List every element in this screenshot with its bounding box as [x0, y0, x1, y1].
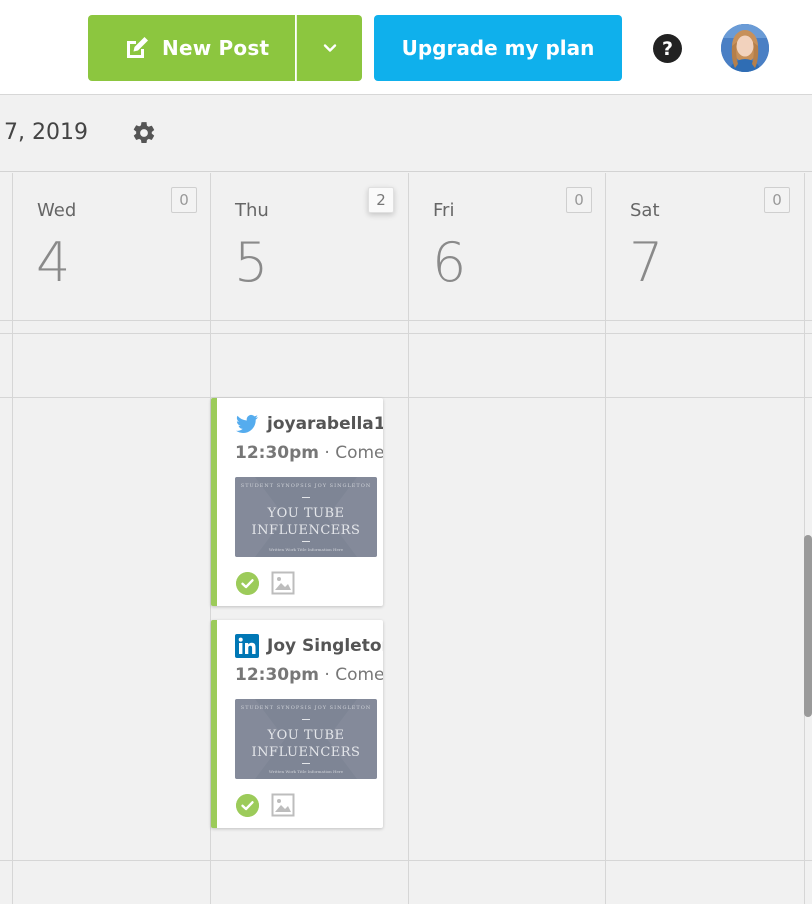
current-date-label: 7, 2019 — [4, 120, 88, 145]
post-card[interactable]: joyarabella1 12:30pm · Come STUDENT SYNO… — [211, 398, 383, 606]
new-post-dropdown-button[interactable] — [296, 15, 362, 81]
post-account: joyarabella1 — [235, 412, 383, 436]
thumbnail-footer: Written Work Title Information Here — [268, 547, 344, 552]
post-count-badge: 0 — [566, 187, 592, 213]
thumbnail-title-line: YOU TUBE — [267, 506, 345, 521]
thumbnail-divider — [302, 719, 310, 720]
thumbnail-title-line: INFLUENCERS — [251, 745, 361, 760]
day-number: 5 — [234, 231, 269, 294]
thumbnail-caption: STUDENT SYNOPSIS JOY SINGLETON — [240, 705, 372, 711]
approved-check-icon — [236, 572, 259, 595]
thumbnail-title: YOU TUBE INFLUENCERS — [235, 727, 377, 761]
day-column-fri[interactable]: Fri 6 0 — [409, 173, 605, 321]
thumbnail-title-line: INFLUENCERS — [251, 523, 361, 538]
account-name: joyarabella1 — [267, 414, 383, 434]
day-name: Thu — [235, 200, 269, 221]
post-count-badge: 0 — [764, 187, 790, 213]
help-label: ? — [661, 37, 674, 60]
upgrade-plan-button[interactable]: Upgrade my plan — [374, 15, 622, 81]
avatar[interactable] — [721, 24, 769, 72]
post-separator: · — [324, 665, 336, 685]
linkedin-icon — [235, 634, 259, 658]
post-time: 12:30pm · Come — [235, 665, 383, 685]
day-column-thu[interactable]: Thu 5 2 — [211, 173, 408, 321]
chevron-down-icon — [323, 44, 336, 52]
thumbnail-divider — [302, 541, 310, 542]
upgrade-plan-label: Upgrade my plan — [401, 36, 595, 60]
top-toolbar: New Post Upgrade my plan ? — [0, 0, 812, 95]
account-name: Joy Singleton — [267, 636, 383, 656]
post-separator: · — [324, 443, 336, 463]
day-number: 7 — [629, 231, 664, 294]
image-icon — [271, 571, 295, 595]
grid-divider — [0, 860, 812, 861]
post-time-value: 12:30pm — [235, 665, 319, 685]
thumbnail-title: YOU TUBE INFLUENCERS — [235, 505, 377, 539]
thumbnail-divider — [302, 497, 310, 498]
day-number: 6 — [432, 231, 467, 294]
day-number: 4 — [36, 231, 71, 294]
post-count-badge: 2 — [368, 187, 394, 213]
grid-divider — [0, 333, 812, 334]
grid-divider — [0, 397, 812, 398]
day-column-wed[interactable]: Wed 4 0 — [13, 173, 210, 321]
post-thumbnail[interactable]: STUDENT SYNOPSIS JOY SINGLETON YOU TUBE … — [235, 699, 377, 779]
thumbnail-footer: Written Work Title Information Here — [268, 769, 344, 774]
post-time-value: 12:30pm — [235, 443, 319, 463]
post-count-badge: 0 — [171, 187, 197, 213]
edit-icon — [127, 37, 148, 58]
day-column-sat[interactable]: Sat 7 0 — [606, 173, 804, 321]
post-status: Come — [335, 665, 383, 685]
thumbnail-title-line: YOU TUBE — [267, 728, 345, 743]
post-status: Come — [335, 443, 383, 463]
post-account: Joy Singleton — [235, 634, 383, 658]
post-card[interactable]: Joy Singleton 12:30pm · Come STUDENT SYN… — [211, 620, 383, 828]
post-time: 12:30pm · Come — [235, 443, 383, 463]
day-name: Fri — [433, 200, 455, 221]
settings-gear-glyph — [133, 122, 155, 144]
date-range-bar: 7, 2019 — [0, 96, 812, 172]
day-name: Wed — [37, 200, 77, 221]
image-icon — [271, 793, 295, 817]
vertical-scrollbar[interactable] — [804, 535, 812, 717]
avatar-image — [721, 24, 769, 72]
new-post-label: New Post — [162, 36, 270, 60]
thumbnail-caption: STUDENT SYNOPSIS JOY SINGLETON — [240, 483, 372, 489]
help-icon[interactable]: ? — [653, 34, 682, 63]
twitter-icon — [236, 414, 258, 433]
thumbnail-divider — [302, 763, 310, 764]
new-post-button[interactable]: New Post — [88, 15, 295, 81]
gear-icon[interactable] — [131, 120, 157, 146]
approved-check-icon — [236, 794, 259, 817]
day-name: Sat — [630, 200, 660, 221]
post-thumbnail[interactable]: STUDENT SYNOPSIS JOY SINGLETON YOU TUBE … — [235, 477, 377, 557]
